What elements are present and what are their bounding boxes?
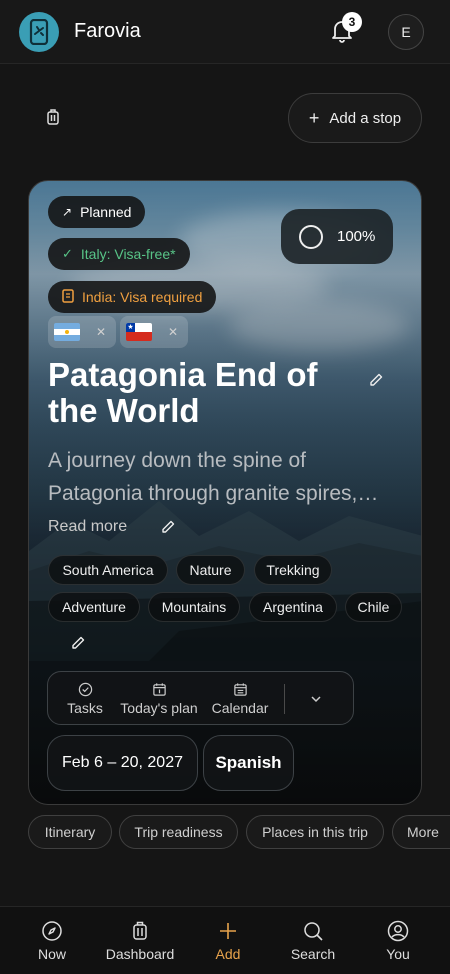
tab-places[interactable]: Places in this trip [246,815,384,849]
calendar-button[interactable]: Calendar [206,672,274,726]
todays-plan-button[interactable]: Today's plan [116,672,202,726]
check-circle-icon [78,682,92,697]
remove-country-icon[interactable]: ✕ [168,325,178,339]
bottom-nav: Now Dashboard Add Search You [0,906,450,974]
trip-title: Patagonia End of the World [48,356,318,429]
tag-chip[interactable]: South America [48,555,168,585]
tab-itinerary[interactable]: Itinerary [28,815,112,849]
add-stop-button[interactable]: + Add a stop [288,93,422,143]
action-label: Today's plan [120,700,198,716]
edit-title-icon[interactable] [368,372,384,388]
action-label: Tasks [67,700,103,716]
nav-label: You [386,946,410,962]
visa-label: India: Visa required [82,289,203,305]
tasks-button[interactable]: Tasks [56,672,114,726]
tag-chip[interactable]: Nature [176,555,245,585]
argentina-flag-icon [54,323,80,341]
nav-label: Dashboard [105,946,175,962]
status-badge[interactable]: ↗ Planned [48,196,146,228]
notification-badge: 3 [342,12,362,32]
tab-more[interactable]: More [392,815,450,849]
plus-icon [220,923,236,939]
nav-label: Add [215,946,241,962]
tag-chip[interactable]: Adventure [48,592,140,622]
trip-dates-button[interactable]: Feb 6 – 20, 2027 [47,735,198,791]
app-header: Farovia 3 E [0,0,450,64]
nav-label: Search [290,946,336,962]
progress-label: 100% [337,228,376,245]
trip-description: A journey down the spine of Patagonia th… [48,449,358,505]
tag-chip[interactable]: Argentina [249,592,337,622]
phone-plane-icon[interactable] [19,12,59,52]
country-chip-chile[interactable]: ★ ✕ [120,316,189,348]
progress-ring-icon [299,224,323,249]
chevron-down-icon[interactable] [306,690,326,708]
nav-you[interactable]: You [353,907,443,974]
action-label: Calendar [211,700,269,716]
check-icon: ✓ [62,246,73,261]
luggage-icon[interactable] [44,108,62,126]
nav-search[interactable]: Search [268,907,358,974]
trip-language-button[interactable]: Spanish [203,735,294,791]
nav-add[interactable]: Add [183,907,273,974]
user-circle-icon [387,920,409,942]
compass-icon [42,921,62,941]
avatar[interactable]: E [388,14,424,50]
country-chip-argentina[interactable]: ✕ [48,316,117,348]
trip-actions-bar: Tasks Today's plan Calendar [47,671,354,725]
status-label: Planned [80,204,132,220]
tag-chip[interactable]: Mountains [148,592,240,622]
tab-trip-readiness[interactable]: Trip readiness [119,815,238,849]
nav-dashboard[interactable]: Dashboard [95,907,185,974]
nav-label: Now [37,946,66,962]
add-stop-label: Add a stop [329,109,402,127]
readiness-progress[interactable]: 100% [281,209,393,264]
visa-badge-india[interactable]: India: Visa required [48,281,217,313]
nav-now[interactable]: Now [7,907,97,974]
visa-label: Italy: Visa-free* [80,246,176,262]
edit-tags-icon[interactable] [70,635,86,651]
luggage-icon [133,921,147,940]
visa-badge-italy[interactable]: ✓ Italy: Visa-free* [48,238,190,270]
divider [284,684,285,714]
calendar-icon [233,683,247,696]
remove-country-icon[interactable]: ✕ [96,325,106,339]
calendar-day-icon [152,683,166,696]
document-icon [62,288,74,306]
search-icon [304,922,323,941]
app-title: Farovia [74,20,141,42]
tag-chip[interactable]: Chile [345,592,402,622]
tag-chip[interactable]: Trekking [254,555,332,585]
chile-flag-icon: ★ [126,323,152,341]
arrow-up-right-icon: ↗ [62,205,73,219]
read-more-link[interactable]: Read more [48,518,127,536]
edit-description-icon[interactable] [160,519,176,535]
plus-icon: + [308,108,320,128]
